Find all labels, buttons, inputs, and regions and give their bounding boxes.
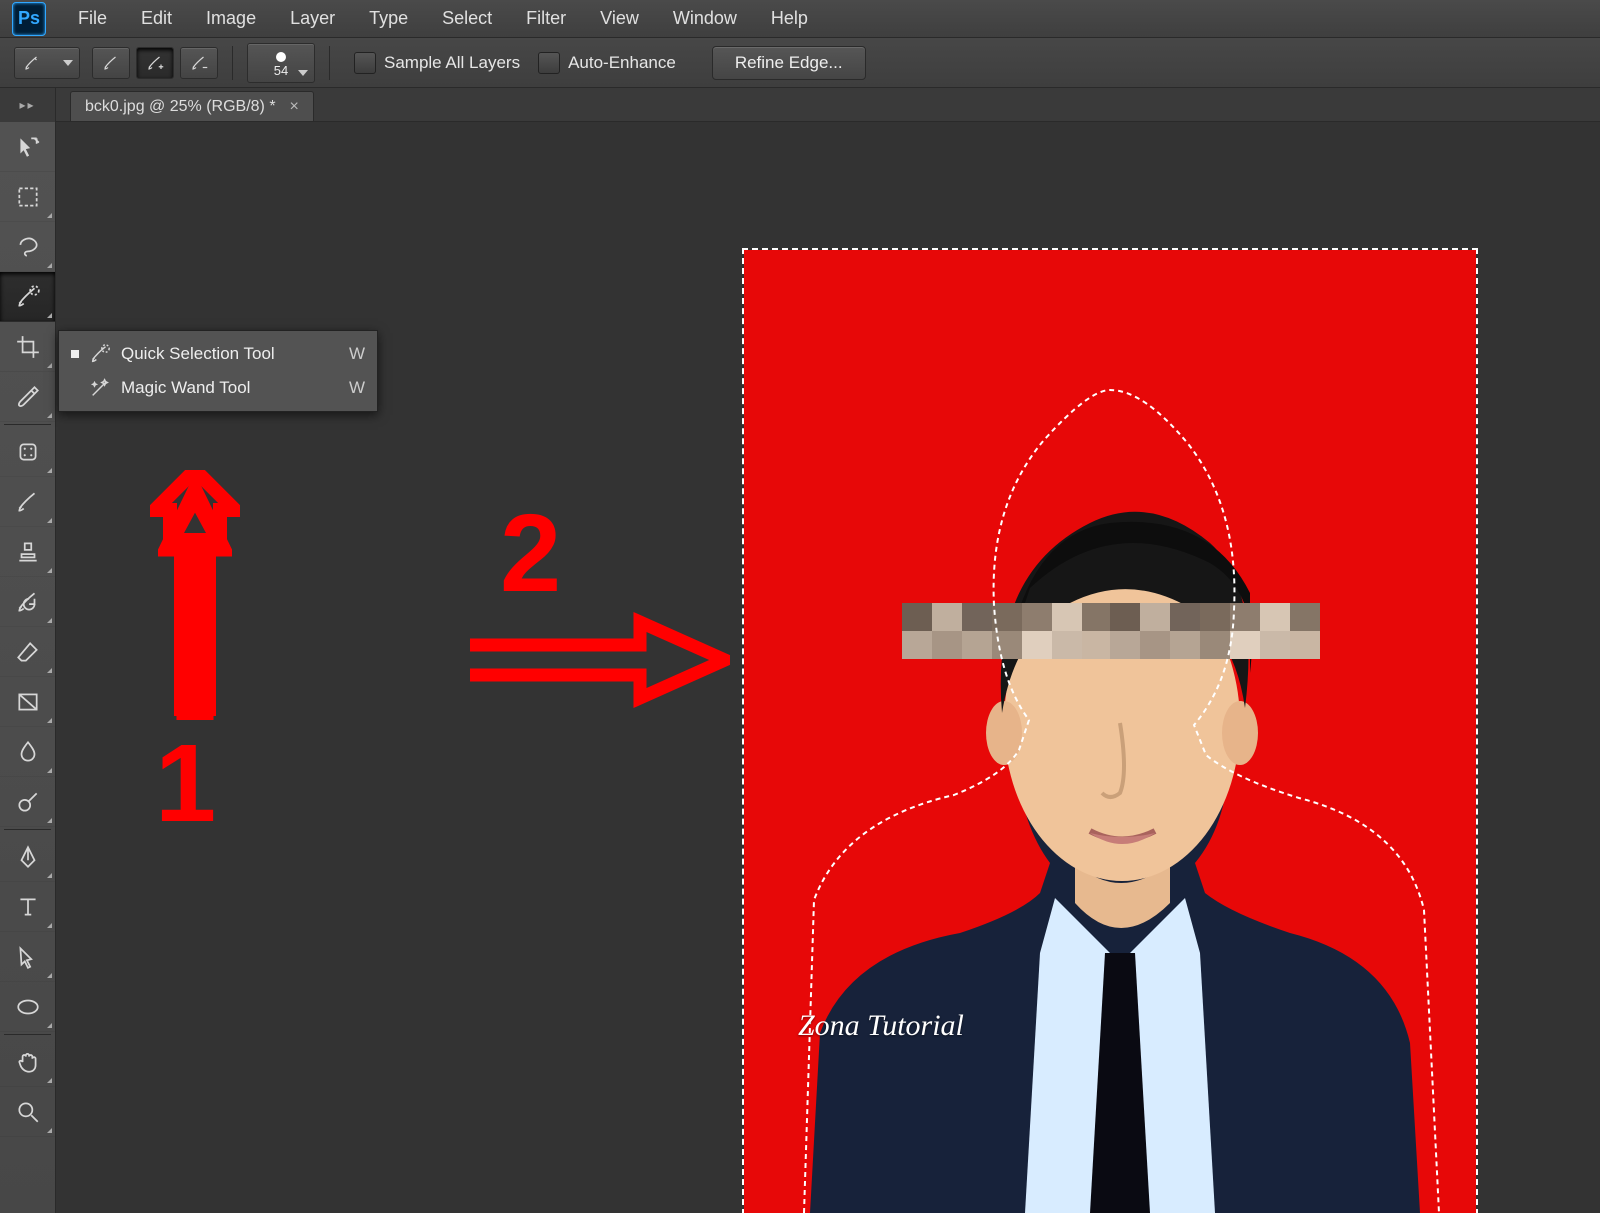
tool-move[interactable] — [0, 122, 55, 172]
sample-all-layers-label: Sample All Layers — [384, 53, 520, 73]
tool-quick-selection[interactable] — [0, 272, 55, 322]
brush-icon — [89, 343, 111, 365]
flyout-item-label: Magic Wand Tool — [121, 378, 250, 398]
toolbox — [0, 122, 56, 1213]
tool-hand[interactable] — [0, 1037, 55, 1087]
options-bar: 54 Sample All Layers Auto-Enhance Refine… — [0, 38, 1600, 88]
watermark-text: Zona Tutorial — [798, 1009, 964, 1043]
toolbox-separator — [4, 1034, 51, 1035]
menu-filter[interactable]: Filter — [512, 4, 580, 33]
flyout-item-shortcut: W — [349, 344, 365, 364]
flyout-item-shortcut: W — [349, 378, 365, 398]
new-selection-button[interactable] — [92, 47, 130, 79]
checkbox-icon — [354, 52, 376, 74]
brush-size-value: 54 — [274, 64, 288, 77]
tool-gradient[interactable] — [0, 677, 55, 727]
tool-history-brush[interactable] — [0, 577, 55, 627]
brush-size-picker[interactable]: 54 — [247, 43, 315, 83]
toolbox-separator — [4, 829, 51, 830]
tool-flyout-menu: Quick Selection Tool W Magic Wand Tool W — [58, 330, 378, 412]
toolbox-separator — [4, 424, 51, 425]
tool-heal[interactable] — [0, 427, 55, 477]
menu-bar: Ps File Edit Image Layer Type Select Fil… — [0, 0, 1600, 38]
tool-marquee[interactable] — [0, 172, 55, 222]
flyout-magic-wand[interactable]: Magic Wand Tool W — [59, 371, 377, 405]
auto-enhance-option[interactable]: Auto-Enhance — [538, 52, 676, 74]
brush-dot-icon — [276, 52, 286, 62]
chevron-down-icon — [63, 60, 73, 66]
brush-icon — [21, 54, 43, 72]
selection-mode-group — [92, 47, 218, 79]
brush-icon — [100, 54, 122, 72]
annotation-arrow-1b — [158, 470, 232, 720]
refine-edge-button[interactable]: Refine Edge... — [712, 46, 866, 80]
chevron-down-icon — [298, 70, 308, 76]
document-canvas[interactable]: Zona Tutorial — [744, 250, 1476, 1213]
wand-icon — [89, 377, 111, 399]
brush-minus-icon — [188, 54, 210, 72]
add-selection-button[interactable] — [136, 47, 174, 79]
brush-plus-icon — [144, 54, 166, 72]
document-tab[interactable]: bck0.jpg @ 25% (RGB/8) * × — [70, 91, 314, 121]
annotation-number-1: 1 — [155, 720, 216, 847]
toolbox-expand-handle[interactable]: ▸▸ — [0, 88, 56, 122]
tool-blur[interactable] — [0, 727, 55, 777]
tool-pen[interactable] — [0, 832, 55, 882]
divider — [232, 46, 233, 80]
document-tab-bar: bck0.jpg @ 25% (RGB/8) * × — [0, 88, 1600, 122]
menu-layer[interactable]: Layer — [276, 4, 349, 33]
menu-view[interactable]: View — [586, 4, 653, 33]
tool-lasso[interactable] — [0, 222, 55, 272]
tool-zoom[interactable] — [0, 1087, 55, 1137]
close-icon[interactable]: × — [290, 98, 299, 116]
selected-dot-icon — [71, 350, 79, 358]
sample-all-layers-option[interactable]: Sample All Layers — [354, 52, 520, 74]
menu-help[interactable]: Help — [757, 4, 822, 33]
annotation-number-2: 2 — [500, 490, 561, 617]
tool-type[interactable] — [0, 882, 55, 932]
subtract-selection-button[interactable] — [180, 47, 218, 79]
tool-stamp[interactable] — [0, 527, 55, 577]
menu-window[interactable]: Window — [659, 4, 751, 33]
menu-select[interactable]: Select — [428, 4, 506, 33]
checkbox-icon — [538, 52, 560, 74]
tool-eraser[interactable] — [0, 627, 55, 677]
document-tab-title: bck0.jpg @ 25% (RGB/8) * — [85, 98, 276, 116]
flyout-quick-selection[interactable]: Quick Selection Tool W — [59, 337, 377, 371]
annotation-arrow-2 — [470, 610, 730, 710]
tool-brush[interactable] — [0, 477, 55, 527]
auto-enhance-label: Auto-Enhance — [568, 53, 676, 73]
tool-dodge[interactable] — [0, 777, 55, 827]
tool-preset-picker[interactable] — [14, 47, 80, 79]
flyout-item-label: Quick Selection Tool — [121, 344, 275, 364]
tool-crop[interactable] — [0, 322, 55, 372]
selection-outline — [744, 250, 1476, 1213]
tool-shape[interactable] — [0, 982, 55, 1032]
app-logo: Ps — [12, 2, 46, 36]
tool-path-selection[interactable] — [0, 932, 55, 982]
divider — [329, 46, 330, 80]
tool-eyedropper[interactable] — [0, 372, 55, 422]
menu-file[interactable]: File — [64, 4, 121, 33]
menu-type[interactable]: Type — [355, 4, 422, 33]
menu-edit[interactable]: Edit — [127, 4, 186, 33]
menu-image[interactable]: Image — [192, 4, 270, 33]
